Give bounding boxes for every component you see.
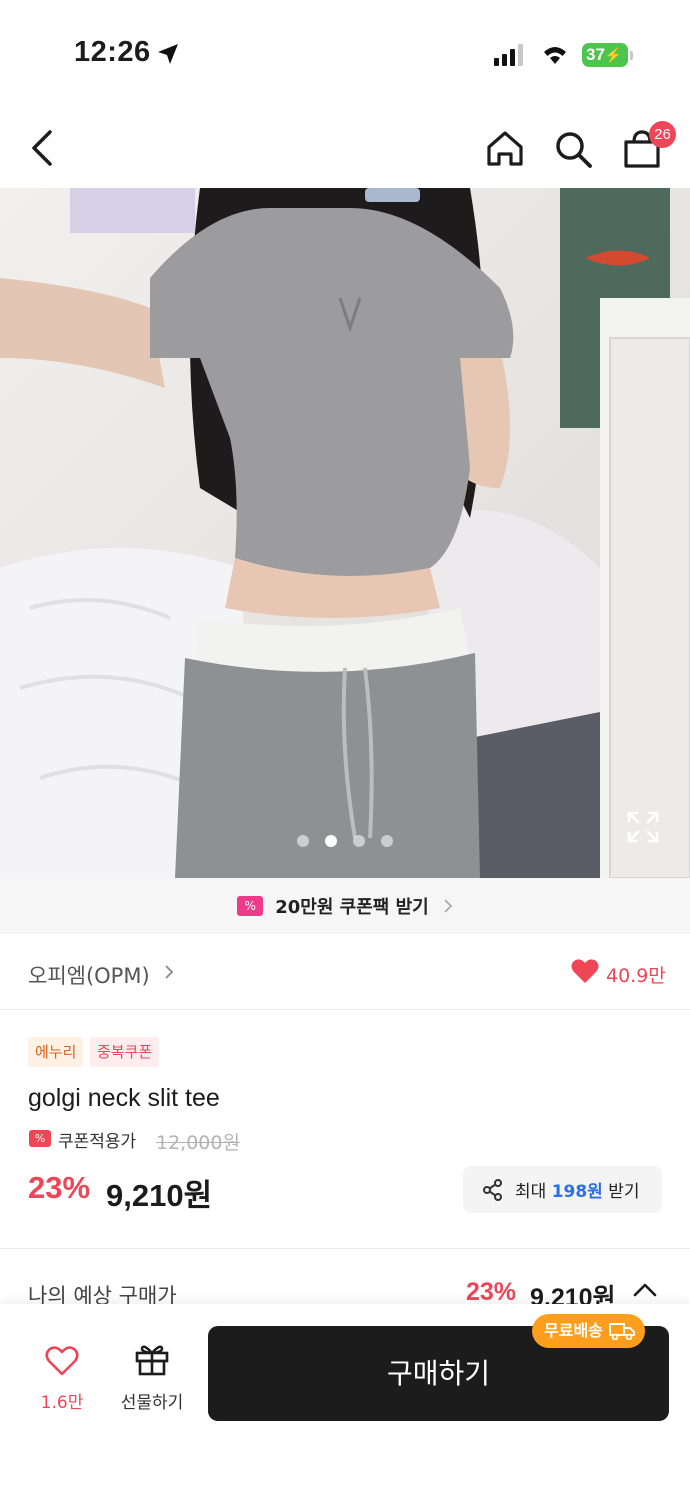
max-reward-button[interactable]: 최대 198원 받기 — [463, 1166, 662, 1213]
gift-button[interactable]: 선물하기 — [112, 1340, 192, 1413]
chevron-right-icon — [444, 899, 453, 913]
brand-like-count: 40.9만 — [606, 965, 666, 987]
coupon-banner-text: 20만원 쿠폰팩 받기 — [275, 897, 429, 918]
top-navigation — [0, 110, 690, 186]
status-time: 12:26 — [74, 36, 151, 68]
bottom-action-bar: 1.6만 선물하기 구매하기 무료배송 — [0, 1304, 690, 1500]
carousel-dot[interactable] — [353, 835, 365, 847]
coupon-pack-banner[interactable]: % 20만원 쿠폰팩 받기 — [0, 878, 690, 934]
product-photo — [0, 188, 690, 878]
discount-rate: 23% — [28, 1170, 91, 1205]
coupon-icon: % — [237, 896, 264, 916]
free-shipping-badge: 무료배송 — [532, 1314, 645, 1348]
wifi-icon — [544, 47, 566, 64]
brand-row: 오피엠(OPM) 40.9만 — [0, 934, 690, 1010]
sale-price: 9,210원 — [106, 1178, 213, 1213]
chevron-right-icon — [165, 965, 174, 979]
gift-label: 선물하기 — [120, 1393, 184, 1413]
original-price: 12,000원 — [156, 1132, 240, 1154]
cellular-signal-icon — [494, 44, 523, 66]
home-icon[interactable] — [484, 128, 526, 170]
tag-duplicate-coupon: 중복쿠폰 — [90, 1037, 160, 1067]
search-icon[interactable] — [552, 128, 594, 170]
tag-enuri: 에누리 — [28, 1037, 84, 1067]
chevron-up-icon[interactable] — [632, 1282, 658, 1298]
wishlist-button[interactable]: 1.6만 — [32, 1340, 92, 1413]
battery-cap — [630, 51, 633, 60]
carousel-indicator — [0, 832, 690, 851]
status-bar: 12:26 37⚡ — [0, 0, 690, 100]
location-arrow-icon — [158, 44, 178, 64]
expand-icon[interactable] — [626, 810, 660, 844]
carousel-dot[interactable] — [297, 835, 309, 847]
coupon-icon: % — [29, 1130, 51, 1147]
product-title: golgi neck slit tee — [28, 1084, 220, 1112]
gift-icon — [135, 1345, 169, 1376]
heart-filled-icon[interactable] — [571, 958, 599, 984]
carousel-dot-active[interactable] — [325, 835, 337, 847]
free-shipping-label: 무료배송 — [544, 1321, 603, 1340]
cart-count-badge: 26 — [649, 121, 676, 148]
wishlist-count: 1.6만 — [40, 1393, 84, 1413]
truck-icon — [608, 1323, 635, 1340]
heart-outline-icon — [45, 1346, 79, 1376]
expected-discount-rate: 23% — [466, 1278, 517, 1306]
coupon-price-label: 쿠폰적용가 — [58, 1132, 137, 1152]
carousel-dot[interactable] — [381, 835, 393, 847]
reward-amount: 198원 — [551, 1182, 603, 1202]
product-image-carousel[interactable] — [0, 188, 690, 878]
share-icon — [483, 1178, 502, 1201]
section-divider — [0, 1248, 690, 1249]
battery-indicator: 37⚡ — [582, 43, 628, 67]
back-arrow-icon[interactable] — [24, 128, 60, 168]
brand-name-link[interactable]: 오피엠(OPM) — [28, 960, 150, 990]
reward-text: 최대 198원 받기 — [515, 1182, 640, 1202]
